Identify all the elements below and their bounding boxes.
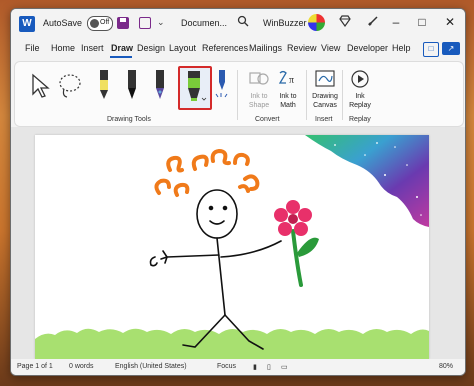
user-name[interactable]: WinBuzzer [263,18,307,28]
ink-replay-line2: Replay [349,102,371,109]
tab-draw[interactable]: Draw [111,43,133,53]
draw-ribbon: Ink to Shape π Ink to Math Drawing Canva… [14,61,464,127]
group-label-drawing-tools: Drawing Tools [107,116,151,123]
tab-layout[interactable]: Layout [169,43,196,53]
document-title[interactable]: Documen... [181,18,227,28]
pencil-tool-icon[interactable] [95,68,113,102]
toggle-state: Off [100,19,110,26]
more-commands-icon[interactable]: ⌄ [157,17,165,28]
tab-home[interactable]: Home [51,43,75,53]
zoom-level[interactable]: 80% [439,363,453,370]
galaxy-ink-stroke [305,135,429,227]
focus-button[interactable]: Focus [217,363,236,370]
tab-references[interactable]: References [202,43,248,53]
print-layout-icon[interactable]: ▯ [267,363,271,371]
share-icon[interactable]: ↗ [442,42,460,55]
toggle-knob [90,19,99,28]
status-bar: Page 1 of 1 0 words English (United Stat… [11,359,465,375]
group-divider [237,70,238,120]
tab-design[interactable]: Design [137,43,165,53]
avatar[interactable] [308,14,325,31]
select-pointer-icon[interactable] [29,72,51,100]
stick-figure-strokes [149,189,282,350]
ink-replay-line1: Ink [355,93,365,100]
search-icon[interactable] [237,15,249,27]
ink-to-math-label: Ink to Math [270,92,306,110]
group-label-insert: Insert [315,116,333,123]
tab-developer[interactable]: Developer [347,43,388,53]
active-tab-indicator [110,56,132,58]
autosave-label: AutoSave [43,18,83,28]
word-count[interactable]: 0 words [69,363,94,370]
diamond-icon[interactable] [339,15,351,27]
minimize-button[interactable]: – [385,13,407,31]
hair-ink-strokes [154,148,260,197]
drawing-canvas-line2: Canvas [313,102,337,109]
tab-view[interactable]: View [321,43,340,53]
flower-ink-strokes [274,200,319,287]
svg-text:π: π [289,75,294,86]
ink-to-math-line2: Math [280,102,296,109]
tab-file[interactable]: File [25,43,40,53]
document-area [11,127,465,359]
tab-mailings[interactable]: Mailings [249,43,282,53]
highlighter-icon [188,71,207,101]
drawing-canvas-label: Drawing Canvas [307,92,343,110]
close-button[interactable]: ✕ [439,13,461,31]
read-mode-icon[interactable]: ▮ [253,363,257,371]
ink-to-shape-icon[interactable] [248,69,270,89]
save-icon[interactable] [117,17,129,29]
layout-icon[interactable] [139,17,151,29]
comment-icon[interactable]: □ [423,42,439,57]
ink-to-math-icon[interactable]: π [277,69,299,89]
lasso-select-icon[interactable] [57,72,83,100]
tab-insert[interactable]: Insert [81,43,104,53]
drawing-canvas-line1: Drawing [312,93,338,100]
black-pen-icon[interactable] [123,68,141,102]
drawing-canvas-icon[interactable] [314,69,336,89]
maximize-button[interactable]: □ [411,13,433,31]
galaxy-pen-icon[interactable] [151,68,169,102]
tab-review[interactable]: Review [287,43,317,53]
web-layout-icon[interactable]: ▭ [281,363,288,371]
language[interactable]: English (United States) [115,363,187,370]
document-page[interactable] [35,135,429,359]
ink-replay-icon[interactable] [349,69,371,89]
pen-icon[interactable] [367,15,379,27]
highlighter-tool-selected[interactable] [178,66,212,110]
grass-highlight-stroke [35,328,429,359]
group-label-replay: Replay [349,116,371,123]
autosave-toggle[interactable]: Off [87,16,113,31]
ink-to-math-line1: Ink to [279,93,297,100]
title-bar: W AutoSave Off ⌄ Documen... WinBuzzer – … [11,9,465,39]
group-label-convert: Convert [255,116,280,123]
ribbon-tabs: File Home Insert Draw Design Layout Refe… [11,41,465,59]
ink-drawing [35,135,429,359]
word-window: W AutoSave Off ⌄ Documen... WinBuzzer – … [10,8,466,376]
word-icon: W [19,16,35,32]
tab-help[interactable]: Help [392,43,411,53]
ink-replay-label: Ink Replay [342,92,378,110]
action-pen-icon[interactable] [213,68,231,102]
page-count[interactable]: Page 1 of 1 [17,363,53,370]
